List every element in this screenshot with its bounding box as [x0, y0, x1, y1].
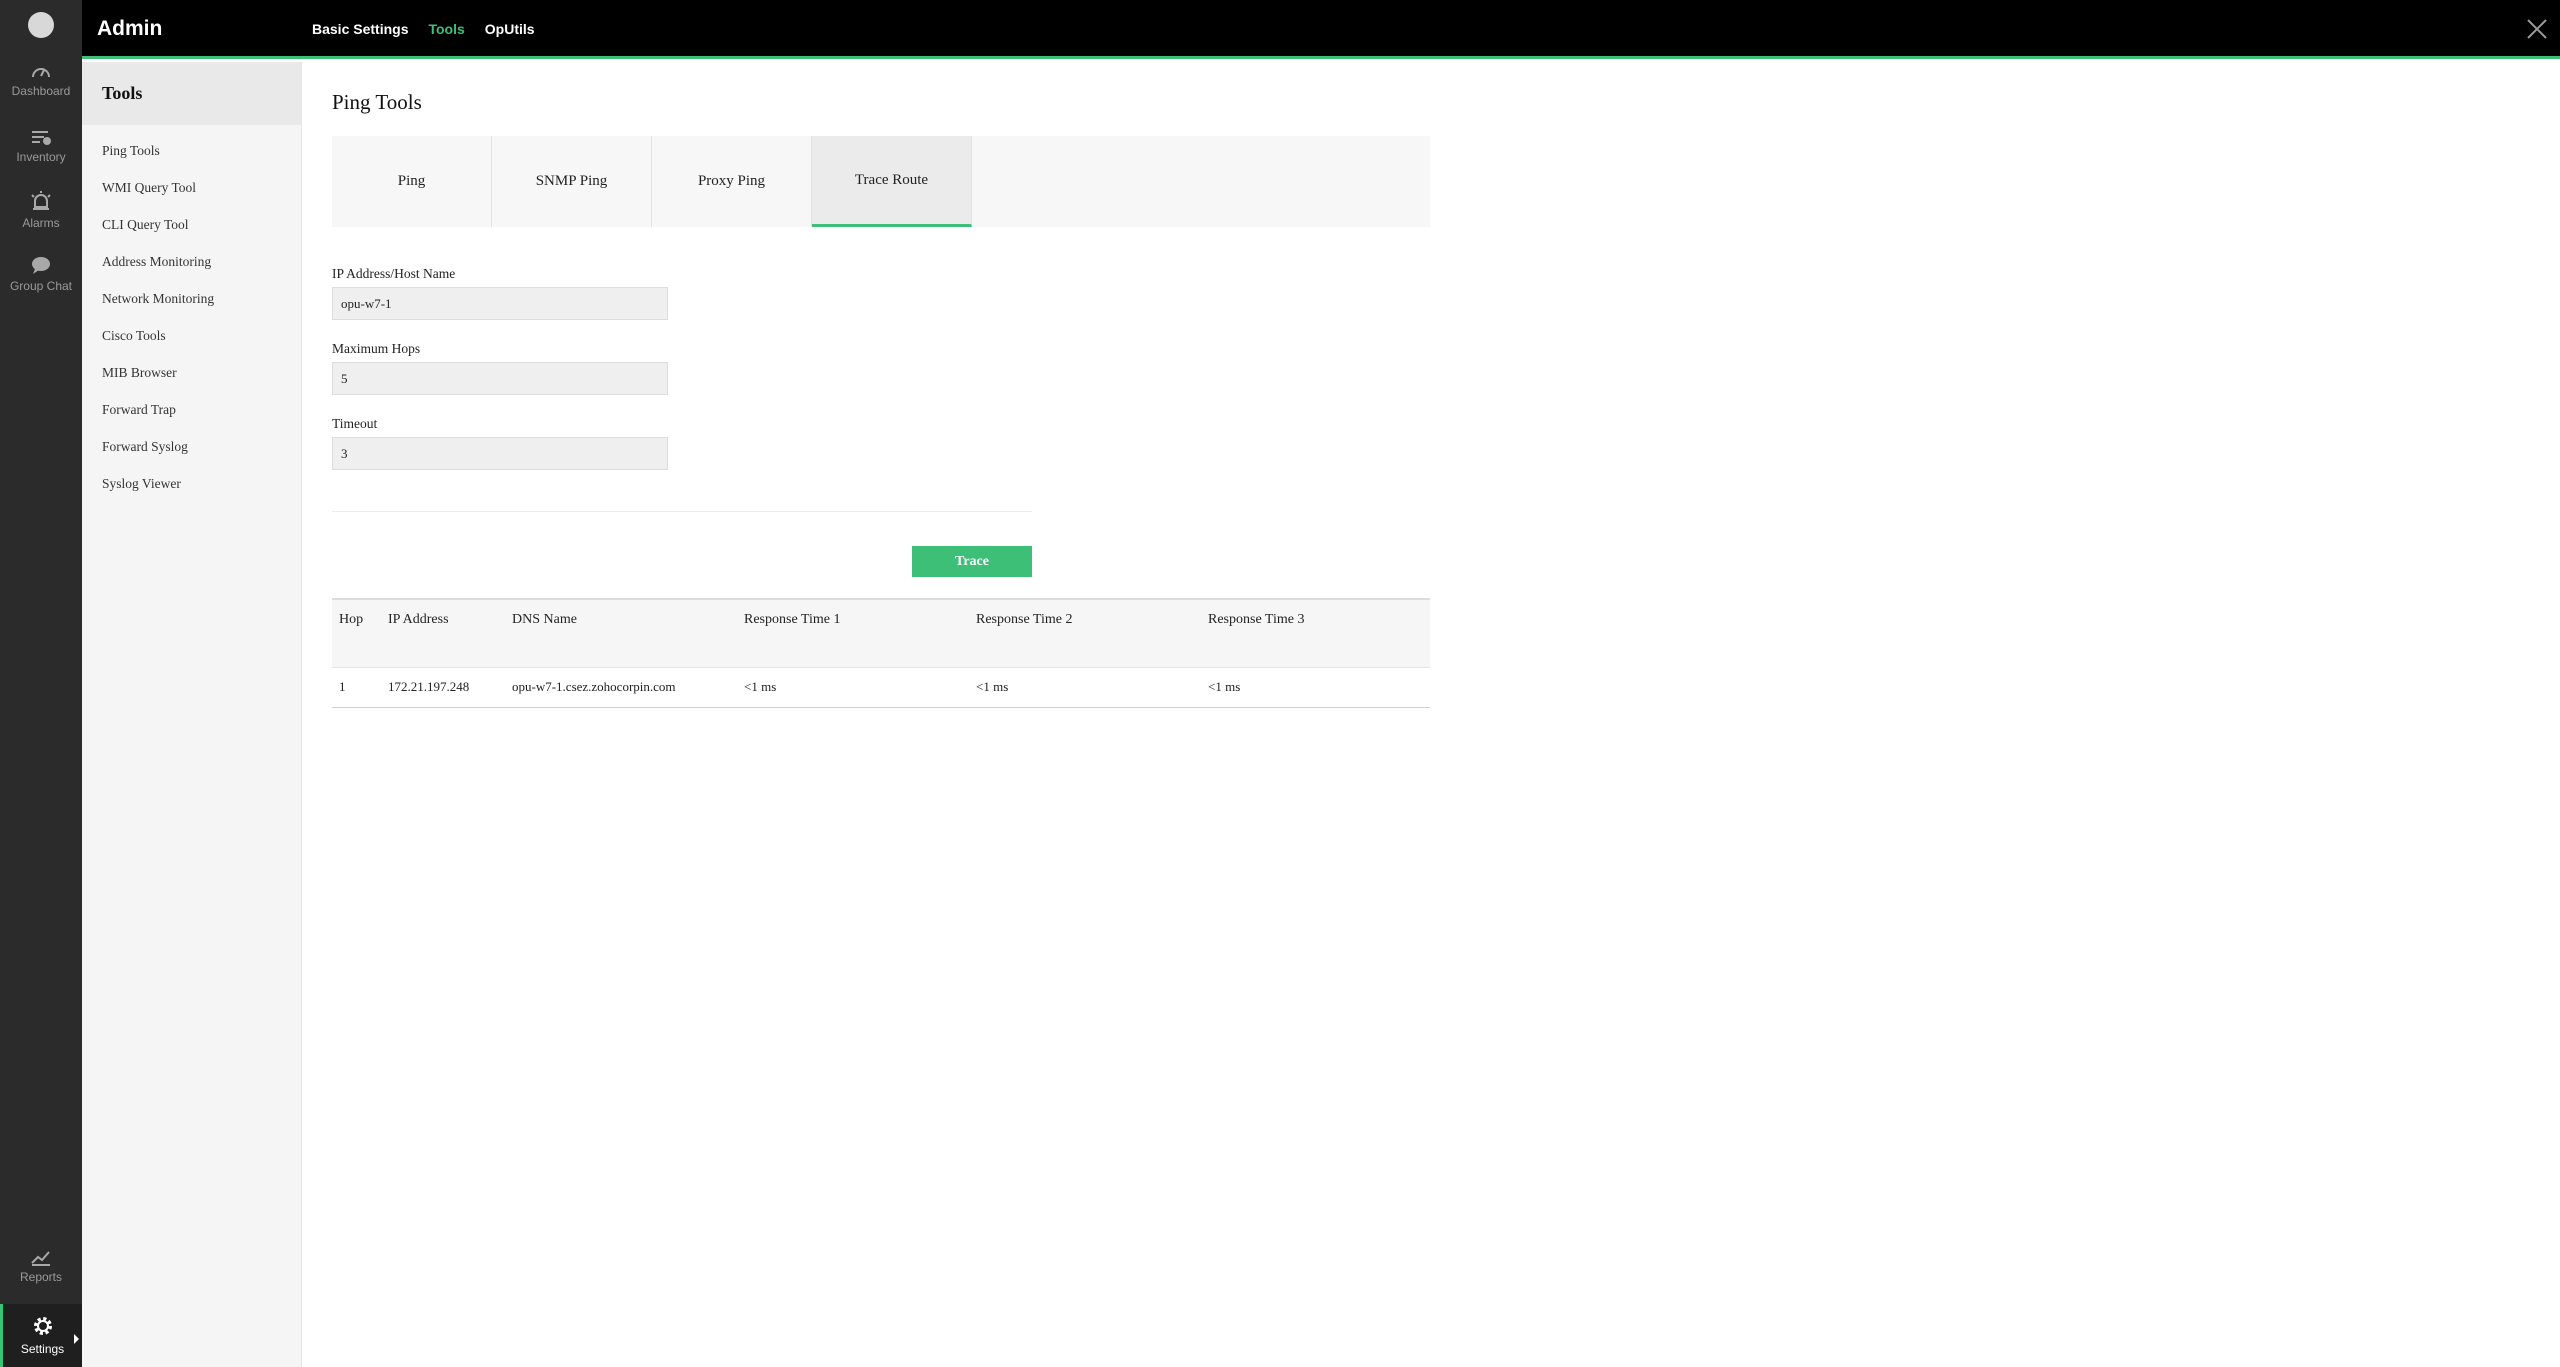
tab-ping[interactable]: Ping [332, 136, 492, 227]
rail-label-reports: Reports [19, 1270, 63, 1284]
col-response-time-2[interactable]: Response Time 2 [969, 599, 1201, 667]
top-nav: Basic Settings Tools OpUtils [312, 21, 535, 37]
rail-item-group-chat[interactable]: Group Chat [0, 255, 82, 293]
app-title: Admin [97, 17, 163, 40]
sidebar-item-cli-query-tool[interactable]: CLI Query Tool [82, 217, 301, 254]
alarm-icon [31, 191, 51, 210]
tab-proxy-ping[interactable]: Proxy Ping [652, 136, 812, 227]
sidebar-item-forward-syslog[interactable]: Forward Syslog [82, 439, 301, 476]
rail-item-reports[interactable]: Reports [0, 1248, 82, 1284]
col-hop[interactable]: Hop [332, 599, 381, 667]
gauge-icon [32, 68, 50, 78]
rail-item-inventory[interactable]: Inventory [0, 128, 82, 164]
sidebar-item-syslog-viewer[interactable]: Syslog Viewer [82, 476, 301, 513]
nav-tools[interactable]: Tools [428, 21, 464, 37]
sidebar-item-address-monitoring[interactable]: Address Monitoring [82, 254, 301, 291]
chat-icon [32, 257, 50, 274]
inventory-icon [32, 131, 51, 145]
avatar[interactable] [28, 12, 54, 38]
col-response-time-1[interactable]: Response Time 1 [737, 599, 969, 667]
tab-snmp-ping[interactable]: SNMP Ping [492, 136, 652, 227]
close-icon[interactable] [2524, 16, 2550, 42]
rail-label-alarms: Alarms [22, 216, 60, 230]
sidebar-item-cisco-tools[interactable]: Cisco Tools [82, 328, 301, 365]
cell-ip-address: 172.21.197.248 [388, 679, 470, 694]
host-input[interactable] [332, 287, 668, 320]
icon-rail: Dashboard Inventory Alarms Group Chat Re… [0, 0, 82, 1367]
sidebar-item-network-monitoring[interactable]: Network Monitoring [82, 291, 301, 328]
rail-label-inventory: Inventory [16, 150, 66, 164]
rail-item-settings[interactable]: Settings [0, 1304, 82, 1367]
table-row: 1 172.21.197.248 opu-w7-1.csez.zohocorpi… [332, 667, 1430, 707]
host-label: IP Address/Host Name [332, 266, 456, 281]
max-hops-input[interactable] [332, 362, 668, 395]
timeout-label: Timeout [332, 416, 378, 431]
sidebar-list: Ping Tools WMI Query Tool CLI Query Tool… [82, 125, 301, 513]
timeout-input[interactable] [332, 437, 668, 470]
cell-response-time-2: <1 ms [976, 679, 1009, 694]
rail-label-group-chat: Group Chat [9, 279, 73, 293]
cell-hop: 1 [339, 679, 346, 694]
rail-label-dashboard: Dashboard [11, 84, 71, 98]
cell-dns-name: opu-w7-1.csez.zohocorpin.com [512, 679, 676, 694]
tab-trace-route[interactable]: Trace Route [812, 136, 972, 227]
gear-icon [33, 1317, 52, 1335]
nav-basic-settings[interactable]: Basic Settings [312, 21, 408, 37]
sidebar-heading: Tools [82, 62, 301, 125]
sidebar-item-mib-browser[interactable]: MIB Browser [82, 365, 301, 402]
cell-response-time-3: <1 ms [1208, 679, 1241, 694]
cell-response-time-1: <1 ms [744, 679, 777, 694]
sidebar-item-wmi-query-tool[interactable]: WMI Query Tool [82, 180, 301, 217]
rail-label-settings: Settings [20, 1342, 65, 1356]
trace-button[interactable]: Trace [912, 546, 1032, 577]
nav-oputils[interactable]: OpUtils [485, 21, 535, 37]
max-hops-label: Maximum Hops [332, 341, 421, 356]
col-response-time-3[interactable]: Response Time 3 [1201, 599, 1430, 667]
tools-sidebar: Tools Ping Tools WMI Query Tool CLI Quer… [82, 62, 302, 1367]
tab-bar: Ping SNMP Ping Proxy Ping Trace Route [332, 136, 1430, 227]
rail-item-dashboard[interactable]: Dashboard [0, 62, 82, 98]
caret-right-icon [74, 1334, 79, 1344]
table-header-row: Hop IP Address DNS Name Response Time 1 … [332, 599, 1430, 667]
col-dns-name[interactable]: DNS Name [505, 599, 737, 667]
reports-icon [31, 1251, 50, 1266]
col-ip-address[interactable]: IP Address [381, 599, 505, 667]
form-divider [332, 511, 1032, 512]
rail-item-alarms[interactable]: Alarms [0, 190, 82, 230]
trace-results-table: Hop IP Address DNS Name Response Time 1 … [332, 598, 1430, 708]
sidebar-item-ping-tools[interactable]: Ping Tools [82, 143, 301, 180]
top-bar: Admin Basic Settings Tools OpUtils [82, 0, 2560, 59]
sidebar-item-forward-trap[interactable]: Forward Trap [82, 402, 301, 439]
page-title: Ping Tools [332, 90, 422, 114]
